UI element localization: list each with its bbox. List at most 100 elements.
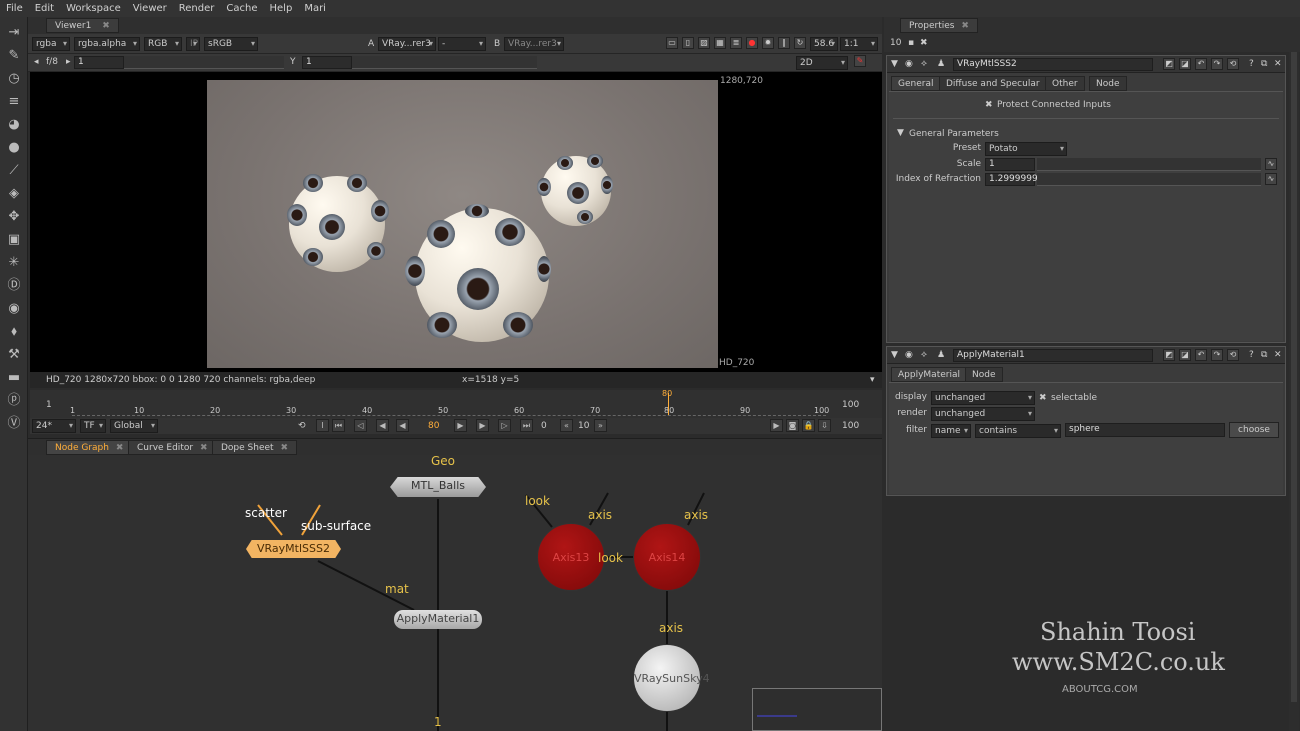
play-back-icon[interactable]: ◀ [396, 419, 409, 432]
alpha-select[interactable]: rgba.alpha [74, 37, 140, 51]
keyer-icon[interactable]: ⟋ [6, 163, 22, 179]
step-back-icon[interactable]: « [560, 419, 573, 432]
max-panels-field[interactable]: 10 [890, 36, 901, 50]
next-frame-icon[interactable]: ▶ [476, 419, 489, 432]
visibility-icon[interactable]: ⟡ [921, 348, 927, 362]
vray-icon[interactable]: Ⓥ [6, 416, 22, 432]
roi-icon[interactable]: ▭ [666, 37, 678, 49]
last-frame-icon[interactable]: ⏭ [520, 419, 533, 432]
close-icon[interactable]: ✖ [961, 21, 969, 31]
clear-icon[interactable]: ✖ [920, 36, 928, 50]
node-axis14[interactable]: Axis14 [633, 523, 701, 591]
left-arrow-icon[interactable]: ◂ [34, 55, 39, 69]
views-icon[interactable]: ◉ [6, 301, 22, 317]
timeline-ruler[interactable] [72, 392, 826, 416]
filter-icon[interactable]: ● [6, 140, 22, 156]
prev-key-icon[interactable]: ◁ [354, 419, 367, 432]
live-icon[interactable]: ● [746, 37, 758, 49]
zoom-select[interactable]: 58.6 [810, 37, 838, 51]
input-b-select[interactable]: VRay...rer3 [504, 37, 564, 51]
input-a-select[interactable]: VRay...rer3 [378, 37, 436, 51]
in-point-icon[interactable]: I [316, 419, 329, 432]
clock-icon[interactable]: ◷ [6, 71, 22, 87]
tab-other[interactable]: Other [1045, 76, 1085, 91]
tab-properties[interactable]: Properties ✖ [900, 18, 978, 33]
node-name-field[interactable]: VRayMtlSSS2 [953, 58, 1153, 71]
curve-icon[interactable]: ∿ [1265, 173, 1277, 185]
other-icon[interactable]: ⓟ [6, 393, 22, 409]
export-icon[interactable]: ⇩ [818, 419, 831, 432]
channel-icon[interactable]: ≡ [6, 94, 22, 110]
menu-mari[interactable]: Mari [298, 3, 332, 14]
next-key-icon[interactable]: ▷ [498, 419, 511, 432]
collapse-icon[interactable]: ▼ [891, 348, 898, 362]
pause-icon[interactable]: ∥ [778, 37, 790, 49]
merge-icon[interactable]: ◈ [6, 186, 22, 202]
filter-name-select[interactable]: name [931, 424, 971, 438]
redo-icon[interactable]: ↷ [1211, 58, 1223, 70]
close-icon[interactable]: ✖ [102, 21, 110, 31]
tab-node[interactable]: Node [1089, 76, 1127, 91]
render-select[interactable]: unchanged [931, 407, 1035, 421]
lock-icon[interactable]: 🔒 [802, 419, 815, 432]
toolsets-icon[interactable]: ▬ [6, 370, 22, 386]
color-picker-icon[interactable]: ♟ [937, 348, 945, 362]
node-mtl-balls[interactable]: MTL_Balls [390, 477, 486, 497]
menu-help[interactable]: Help [264, 3, 299, 14]
right-arrow-icon[interactable]: ▸ [66, 55, 71, 69]
refresh-icon[interactable]: ↻ [794, 37, 806, 49]
gain-field[interactable]: 1 [74, 56, 124, 69]
menu-viewer[interactable]: Viewer [127, 3, 173, 14]
scope-select[interactable]: Global [110, 419, 158, 433]
play-icon[interactable]: ▶ [454, 419, 467, 432]
menu-workspace[interactable]: Workspace [60, 3, 127, 14]
loop-icon[interactable]: ⟲ [298, 419, 306, 433]
ip-button[interactable]: IP [186, 37, 200, 51]
filter-op-select[interactable]: contains [975, 424, 1061, 438]
filter-value-input[interactable]: sphere [1065, 423, 1225, 437]
tf-select[interactable]: TF [80, 419, 106, 433]
display-select[interactable]: unchanged [931, 391, 1035, 405]
help-icon[interactable]: ? [1249, 348, 1254, 362]
close-icon[interactable]: ✖ [116, 443, 124, 453]
ior-field[interactable]: 1.2999999 [985, 173, 1038, 186]
section-collapse-icon[interactable]: ▼ [897, 126, 904, 140]
revert-icon[interactable]: ⟲ [1227, 58, 1239, 70]
help-icon[interactable]: ? [1249, 57, 1254, 71]
prev-frame-icon[interactable]: ◀ [376, 419, 389, 432]
preset-select[interactable]: Potato [985, 142, 1067, 156]
close-icon[interactable]: ✖ [200, 443, 208, 453]
color-icon[interactable]: ◩ [1163, 349, 1175, 361]
tab-curve-editor[interactable]: Curve Editor ✖ [128, 440, 217, 455]
transform-icon[interactable]: ✥ [6, 209, 22, 225]
color-icon[interactable]: ◕ [6, 117, 22, 133]
float-icon[interactable]: ⧉ [1261, 348, 1267, 362]
current-frame[interactable]: 80 [428, 419, 439, 433]
tint-icon[interactable]: ◪ [1179, 58, 1191, 70]
lock-icon[interactable]: ▪ [908, 36, 914, 50]
paint-icon[interactable]: ✎ [6, 48, 22, 64]
curve-icon[interactable]: ∿ [1265, 158, 1277, 170]
first-frame-icon[interactable]: ⏮ [332, 419, 345, 432]
choose-button[interactable]: choose [1229, 422, 1279, 438]
visibility-icon[interactable]: ⟡ [921, 57, 927, 71]
step-increment[interactable]: 10 [578, 419, 589, 433]
undo-icon[interactable]: ↶ [1195, 58, 1207, 70]
proxy-icon[interactable]: ▯ [682, 37, 694, 49]
node-vraysunsky4[interactable]: VRaySunSky4 [633, 644, 710, 712]
image-icon[interactable]: ⇥ [6, 25, 22, 41]
end-frame[interactable]: 100 [842, 419, 859, 433]
display-mode-select[interactable]: RGB [144, 37, 182, 51]
redo-icon[interactable]: ↷ [1211, 349, 1223, 361]
checker-icon[interactable]: ▦ [714, 37, 726, 49]
close-icon[interactable]: ✕ [1274, 348, 1282, 362]
node-icon[interactable]: ◉ [905, 57, 913, 71]
menu-cache[interactable]: Cache [220, 3, 263, 14]
gamma-field[interactable]: 1 [302, 56, 352, 69]
chevron-down-icon[interactable]: ▾ [870, 373, 875, 387]
scale-field[interactable]: 1 [985, 158, 1035, 171]
flipbook-icon[interactable]: ▶ [770, 419, 783, 432]
stripes-icon[interactable]: ▨ [698, 37, 710, 49]
menu-file[interactable]: File [0, 3, 29, 14]
wipe-select[interactable]: - [438, 37, 486, 51]
